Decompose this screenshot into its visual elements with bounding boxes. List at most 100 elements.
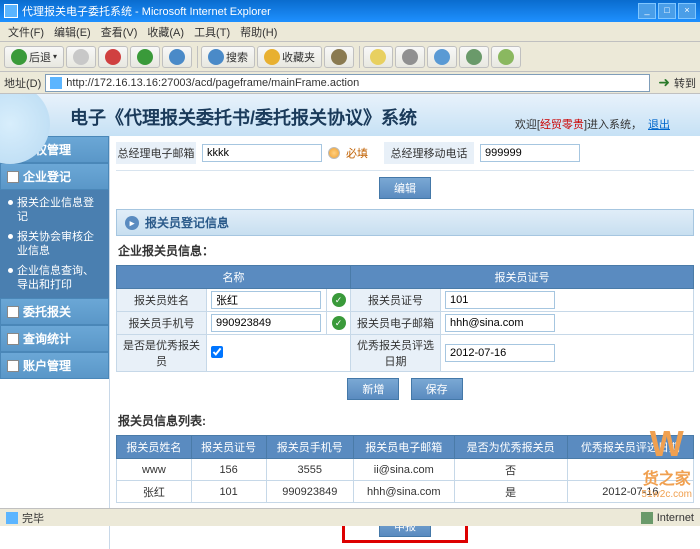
- history-button[interactable]: [324, 46, 354, 68]
- close-button[interactable]: ×: [678, 3, 696, 19]
- search-button[interactable]: 搜索: [201, 46, 255, 68]
- th-name: 报关员姓名: [117, 436, 192, 459]
- internet-icon: [641, 512, 653, 524]
- page-icon: [50, 77, 62, 89]
- email-label: 总经理电子邮箱: [116, 142, 196, 164]
- required-icon: [328, 147, 340, 159]
- menu-tool[interactable]: 工具(T): [190, 22, 234, 42]
- cert-input[interactable]: [445, 291, 555, 309]
- mail-icon: [370, 49, 386, 65]
- edit-button[interactable]: [427, 46, 457, 68]
- email-input[interactable]: [202, 144, 322, 162]
- app-title: 电子《代理报关委托书/委托报关协议》系统: [70, 104, 417, 130]
- toolbar: 后退▾ 搜索 收藏夹: [0, 42, 700, 72]
- go-label[interactable]: 转到: [674, 75, 696, 91]
- window-titlebar: 代理报关电子委托系统 - Microsoft Internet Explorer…: [0, 0, 700, 22]
- print-icon: [402, 49, 418, 65]
- check-icon: ✓: [332, 316, 346, 330]
- col-cert: 报关员证号: [351, 266, 694, 289]
- go-icon[interactable]: ➜: [658, 74, 670, 91]
- edit-button[interactable]: 编辑: [379, 177, 431, 199]
- edit-icon: [434, 49, 450, 65]
- maximize-button[interactable]: □: [658, 3, 676, 19]
- check-icon: ✓: [332, 293, 346, 307]
- minimize-button[interactable]: _: [638, 3, 656, 19]
- folder-icon: [7, 171, 19, 183]
- research-button[interactable]: [459, 46, 489, 68]
- app-banner: 电子《代理报关委托书/委托报关协议》系统 欢迎[经贸零贵]进入系统，退出: [0, 94, 700, 136]
- name-label: 报关员姓名: [117, 289, 207, 312]
- table-row[interactable]: www 156 3555 ii@sina.com 否: [117, 459, 694, 481]
- address-bar: 地址(D) http://172.16.13.16:27003/acd/page…: [0, 72, 700, 94]
- search-icon: [208, 49, 224, 65]
- sidebar: 授权管理 企业登记 报关企业信息登记 报关协会审核企业信息 企业信息查询、导出和…: [0, 136, 110, 549]
- nav-delegate[interactable]: 委托报关: [0, 298, 109, 325]
- status-bar: 完毕 Internet: [0, 508, 700, 526]
- back-icon: [11, 49, 27, 65]
- table-row[interactable]: 张红 101 990923849 hhh@sina.com 是 2012-07-…: [117, 481, 694, 503]
- main-content: 总经理电子邮箱 必填 总经理移动电话 编辑 ▸ 报关员登记信息 企业报关员信息：…: [110, 136, 700, 549]
- address-label: 地址(D): [4, 75, 41, 91]
- nav-stats[interactable]: 查询统计: [0, 325, 109, 352]
- folder-icon: [7, 333, 19, 345]
- nav-account[interactable]: 账户管理: [0, 352, 109, 379]
- security-zone: Internet: [641, 512, 694, 524]
- save-button[interactable]: 保存: [411, 378, 463, 400]
- add-button[interactable]: 新增: [347, 378, 399, 400]
- url-input[interactable]: http://172.16.13.16:27003/acd/pageframe/…: [45, 74, 650, 92]
- menu-fav[interactable]: 收藏(A): [143, 22, 188, 42]
- window-title: 代理报关电子委托系统 - Microsoft Internet Explorer: [22, 3, 271, 19]
- username: 经贸零贵: [540, 119, 584, 131]
- messenger-button[interactable]: [491, 46, 521, 68]
- subnav-company-reg[interactable]: 报关企业信息登记: [0, 193, 109, 227]
- forward-button[interactable]: [66, 46, 96, 68]
- collapse-icon[interactable]: ▸: [125, 216, 139, 230]
- th-phone: 报关员手机号: [266, 436, 354, 459]
- phone-label: 报关员手机号: [117, 312, 207, 335]
- menu-bar: 文件(F) 编辑(E) 查看(V) 收藏(A) 工具(T) 帮助(H): [0, 22, 700, 42]
- excellent-checkbox[interactable]: [211, 346, 223, 358]
- cert-label: 报关员证号: [351, 289, 441, 312]
- folder-icon: [7, 306, 19, 318]
- remail-input[interactable]: [445, 314, 555, 332]
- remail-label: 报关员电子邮箱: [351, 312, 441, 335]
- messenger-icon: [498, 49, 514, 65]
- subsection-title: 企业报关员信息：: [116, 236, 694, 265]
- declarer-list-table: 报关员姓名 报关员证号 报关员手机号 报关员电子邮箱 是否为优秀报关员 优秀报关…: [116, 435, 694, 503]
- welcome-text: 欢迎[经贸零贵]进入系统，退出: [515, 116, 670, 132]
- mobile-label: 总经理移动电话: [384, 142, 474, 164]
- subnav-query[interactable]: 企业信息查询、导出和打印: [0, 261, 109, 295]
- col-name: 名称: [117, 266, 351, 289]
- date-input[interactable]: [445, 344, 555, 362]
- folder-icon: [7, 360, 19, 372]
- home-button[interactable]: [162, 46, 192, 68]
- phone-input[interactable]: [211, 314, 321, 332]
- list-title: 报关员信息列表:: [116, 406, 694, 435]
- menu-file[interactable]: 文件(F): [4, 22, 48, 42]
- refresh-button[interactable]: [130, 46, 160, 68]
- history-icon: [331, 49, 347, 65]
- logout-link[interactable]: 退出: [648, 119, 670, 131]
- menu-view[interactable]: 查看(V): [97, 22, 142, 42]
- subnav-audit[interactable]: 报关协会审核企业信息: [0, 227, 109, 261]
- menu-help[interactable]: 帮助(H): [236, 22, 281, 42]
- stop-button[interactable]: [98, 46, 128, 68]
- name-input[interactable]: [211, 291, 321, 309]
- status-text: 完毕: [22, 510, 44, 526]
- star-icon: [264, 49, 280, 65]
- favorites-button[interactable]: 收藏夹: [257, 46, 322, 68]
- mail-button[interactable]: [363, 46, 393, 68]
- declarer-form-table: 名称报关员证号 报关员姓名 ✓ 报关员证号 报关员手机号 ✓ 报关员电子邮箱 是…: [116, 265, 694, 372]
- date-label: 优秀报关员评选日期: [351, 335, 441, 372]
- stop-icon: [105, 49, 121, 65]
- section-header: ▸ 报关员登记信息: [116, 209, 694, 236]
- print-button[interactable]: [395, 46, 425, 68]
- ie-icon: [4, 4, 18, 18]
- nav-register[interactable]: 企业登记: [0, 163, 109, 190]
- back-button[interactable]: 后退▾: [4, 46, 64, 68]
- forward-icon: [73, 49, 89, 65]
- excellent-label: 是否是优秀报关员: [117, 335, 207, 372]
- menu-edit[interactable]: 编辑(E): [50, 22, 95, 42]
- mobile-input[interactable]: [480, 144, 580, 162]
- home-icon: [169, 49, 185, 65]
